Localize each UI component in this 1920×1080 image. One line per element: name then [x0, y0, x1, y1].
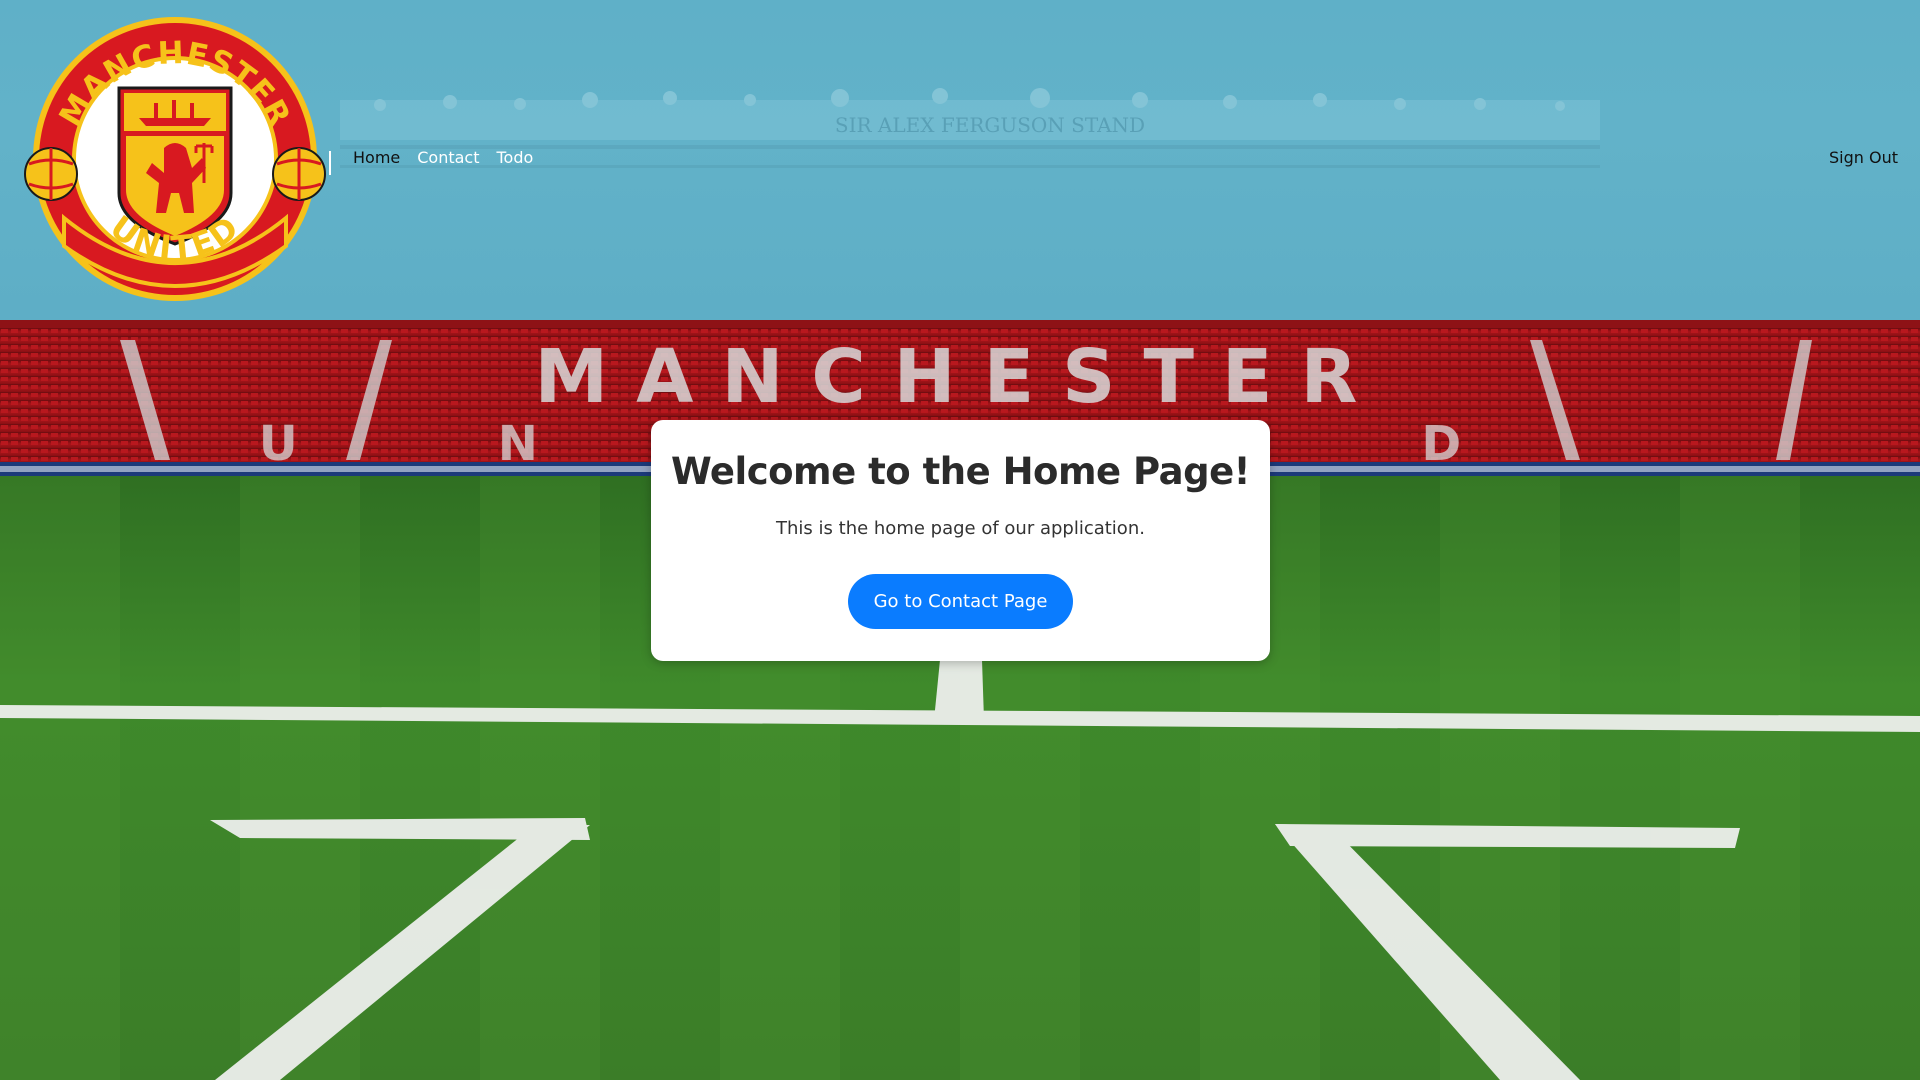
- manchester-united-crest-icon: MANCHESTER UNITED: [24, 17, 326, 301]
- club-logo[interactable]: MANCHESTER UNITED: [24, 8, 326, 310]
- page-title: Welcome to the Home Page!: [670, 450, 1251, 493]
- go-to-contact-button[interactable]: Go to Contact Page: [848, 574, 1073, 629]
- nav-contact-link[interactable]: Contact: [417, 148, 479, 168]
- page-subtitle: This is the home page of our application…: [776, 518, 1145, 539]
- page: MANCHESTER UNITED: [0, 0, 1920, 1080]
- main-nav: Home Contact Todo: [353, 148, 533, 168]
- nav-home-link[interactable]: Home: [353, 148, 400, 168]
- header: SIR ALEX FERGUSON STAND MANCHESTER UNITE…: [0, 0, 1920, 320]
- seat-text: MANCHESTER: [535, 334, 1386, 420]
- football-icon: [24, 147, 78, 201]
- nav-todo-link[interactable]: Todo: [497, 148, 534, 168]
- nav-divider: [329, 151, 331, 175]
- sign-out-link[interactable]: Sign Out: [1829, 148, 1898, 168]
- football-icon: [272, 147, 326, 201]
- banner-text: SIR ALEX FERGUSON STAND: [835, 113, 1145, 137]
- welcome-card: Welcome to the Home Page! This is the ho…: [651, 420, 1270, 661]
